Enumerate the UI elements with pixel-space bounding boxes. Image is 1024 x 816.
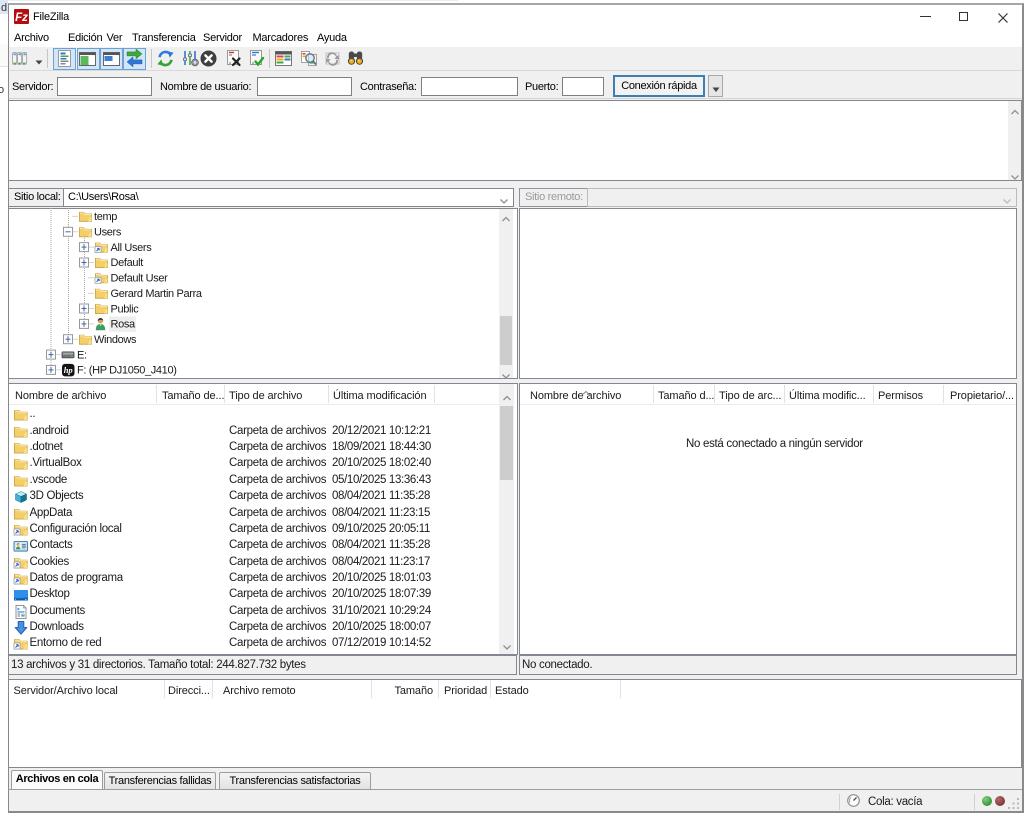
- svg-text:Default: Default: [111, 257, 144, 269]
- svg-text:Windows: Windows: [94, 334, 137, 346]
- svg-text:Default User: Default User: [111, 273, 169, 285]
- svg-text:Public: Public: [111, 303, 140, 315]
- svg-text:E:: E:: [77, 349, 87, 361]
- svg-text:F: (HP DJ1050_J410): F: (HP DJ1050_J410): [77, 365, 177, 377]
- svg-text:Gerard Martin Parra: Gerard Martin Parra: [111, 288, 203, 300]
- svg-text:temp: temp: [94, 211, 117, 223]
- svg-text:Fz: Fz: [15, 12, 28, 24]
- svg-text:All Users: All Users: [111, 242, 153, 254]
- svg-text:hp: hp: [64, 365, 73, 375]
- svg-text:Users: Users: [94, 227, 122, 239]
- svg-text:Rosa: Rosa: [111, 319, 137, 331]
